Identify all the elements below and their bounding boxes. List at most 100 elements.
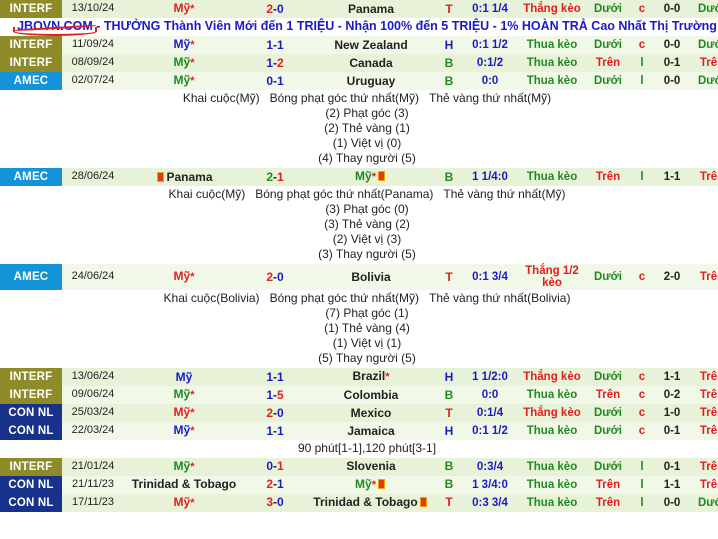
detail-stat-line: (7) Phạt góc (1) bbox=[0, 306, 718, 321]
halftime-score: 1-1 bbox=[654, 476, 690, 494]
match-date: 21/11/23 bbox=[62, 476, 124, 494]
handicap-outcome: Thua kèo bbox=[518, 54, 586, 72]
away-team[interactable]: Mexico bbox=[306, 404, 436, 422]
table-row[interactable]: INTERF13/10/24Mỹ*2-0PanamaT0:1 1/4Thắng … bbox=[0, 0, 718, 18]
final-score: 3-0 bbox=[244, 494, 306, 512]
league-badge[interactable]: INTERF bbox=[0, 36, 62, 54]
match-date: 02/07/24 bbox=[62, 72, 124, 90]
promo-text: - THƯỞNG Thành Viên Mới đến 1 TRIỆU - Nh… bbox=[93, 19, 717, 33]
match-note-row: 90 phút[1-1],120 phút[3-1] bbox=[0, 440, 718, 458]
over-under-result: Trên bbox=[586, 168, 630, 186]
result-letter: T bbox=[436, 404, 462, 422]
handicap-outcome: Thắng kèo bbox=[518, 404, 586, 422]
league-badge[interactable]: INTERF bbox=[0, 458, 62, 476]
table-row[interactable]: CON NL17/11/23Mỹ*3-0Trinidad & TobagoT0:… bbox=[0, 494, 718, 512]
final-score: 1-1 bbox=[244, 36, 306, 54]
table-row[interactable]: INTERF11/09/24Mỹ*1-1New ZealandH0:1 1/2T… bbox=[0, 36, 718, 54]
league-badge[interactable]: INTERF bbox=[0, 386, 62, 404]
league-badge[interactable]: AMEC bbox=[0, 72, 62, 90]
league-badge[interactable]: CON NL bbox=[0, 494, 62, 512]
away-team[interactable]: Panama bbox=[306, 0, 436, 18]
away-team[interactable]: New Zealand bbox=[306, 36, 436, 54]
table-row[interactable]: AMEC28/06/24Panama2-1Mỹ*B1 1/4:0Thua kèo… bbox=[0, 168, 718, 186]
result-letter: B bbox=[436, 476, 462, 494]
league-badge[interactable]: AMEC bbox=[0, 168, 62, 186]
score-away: 1 bbox=[277, 38, 284, 52]
table-row[interactable]: INTERF09/06/24Mỹ*1-5ColombiaB0:0Thua kèo… bbox=[0, 386, 718, 404]
home-team[interactable]: Mỹ* bbox=[124, 54, 244, 72]
corner-flag: c bbox=[630, 264, 654, 290]
score-away: 1 bbox=[277, 459, 284, 473]
league-badge[interactable]: CON NL bbox=[0, 422, 62, 440]
away-team[interactable]: Uruguay bbox=[306, 72, 436, 90]
result-letter: B bbox=[436, 168, 462, 186]
home-team[interactable]: Mỹ* bbox=[124, 264, 244, 290]
halftime-over-under: Trên bbox=[690, 458, 718, 476]
score-home: 3 bbox=[266, 495, 273, 509]
team-name: Mỹ bbox=[355, 477, 372, 491]
home-team[interactable]: Mỹ* bbox=[124, 0, 244, 18]
away-team[interactable]: Jamaica bbox=[306, 422, 436, 440]
table-row[interactable]: INTERF08/09/24Mỹ*1-2CanadaB0:1/2Thua kèo… bbox=[0, 54, 718, 72]
table-row[interactable]: CON NL25/03/24Mỹ*2-0MexicoT0:1/4Thắng kè… bbox=[0, 404, 718, 422]
league-badge[interactable]: INTERF bbox=[0, 0, 62, 18]
home-team[interactable]: Trinidad & Tobago bbox=[124, 476, 244, 494]
promo-banner-text[interactable]: JBOVN.COM - THƯỞNG Thành Viên Mới đến 1 … bbox=[17, 19, 717, 33]
table-row[interactable]: CON NL22/03/24Mỹ*1-1JamaicaH0:1 1/2Thua … bbox=[0, 422, 718, 440]
league-badge[interactable]: CON NL bbox=[0, 476, 62, 494]
result-letter: H bbox=[436, 36, 462, 54]
home-team[interactable]: Panama bbox=[124, 168, 244, 186]
score-home: 0 bbox=[266, 459, 273, 473]
home-team[interactable]: Mỹ* bbox=[124, 422, 244, 440]
result-letter: B bbox=[436, 458, 462, 476]
halftime-score: 0-1 bbox=[654, 422, 690, 440]
home-team[interactable]: Mỹ* bbox=[124, 386, 244, 404]
table-row[interactable]: AMEC24/06/24Mỹ*2-0BoliviaT0:1 3/4Thắng 1… bbox=[0, 264, 718, 290]
home-team[interactable]: Mỹ* bbox=[124, 458, 244, 476]
handicap-line: 0:1 1/2 bbox=[462, 36, 518, 54]
home-team[interactable]: Mỹ* bbox=[124, 494, 244, 512]
league-badge[interactable]: INTERF bbox=[0, 54, 62, 72]
final-score: 0-1 bbox=[244, 458, 306, 476]
table-row[interactable]: CON NL21/11/23Trinidad & Tobago2-1Mỹ*B1 … bbox=[0, 476, 718, 494]
home-team[interactable]: Mỹ* bbox=[124, 404, 244, 422]
detail-header-item: Khai cuộc(Mỹ) bbox=[183, 91, 260, 105]
away-team[interactable]: Colombia bbox=[306, 386, 436, 404]
halftime-over-under: Trên bbox=[690, 422, 718, 440]
away-team[interactable]: Mỹ* bbox=[306, 476, 436, 494]
away-team[interactable]: Bolivia bbox=[306, 264, 436, 290]
match-date: 11/09/24 bbox=[62, 36, 124, 54]
score-away: 0 bbox=[277, 270, 284, 284]
result-letter: B bbox=[436, 386, 462, 404]
away-team[interactable]: Canada bbox=[306, 54, 436, 72]
halftime-score: 1-0 bbox=[654, 404, 690, 422]
score-away: 1 bbox=[277, 170, 284, 184]
red-card-icon bbox=[378, 479, 385, 489]
final-score: 1-5 bbox=[244, 386, 306, 404]
detail-stat-line: (2) Việt vị (3) bbox=[0, 232, 718, 247]
away-team[interactable]: Brazil* bbox=[306, 368, 436, 386]
team-name: Bolivia bbox=[351, 270, 390, 284]
halftime-over-under: Dưới bbox=[690, 72, 718, 90]
corner-flag: l bbox=[630, 168, 654, 186]
away-team[interactable]: Slovenia bbox=[306, 458, 436, 476]
table-row[interactable]: INTERF13/06/24Mỹ1-1Brazil*H1 1/2:0Thắng … bbox=[0, 368, 718, 386]
team-name: Brazil bbox=[353, 369, 386, 383]
away-team[interactable]: Trinidad & Tobago bbox=[306, 494, 436, 512]
home-team[interactable]: Mỹ* bbox=[124, 72, 244, 90]
league-badge[interactable]: CON NL bbox=[0, 404, 62, 422]
away-team[interactable]: Mỹ* bbox=[306, 168, 436, 186]
over-under-result: Dưới bbox=[586, 0, 630, 18]
score-away: 1 bbox=[277, 477, 284, 491]
home-team[interactable]: Mỹ bbox=[124, 368, 244, 386]
home-team[interactable]: Mỹ* bbox=[124, 36, 244, 54]
handicap-line: 1 1/4:0 bbox=[462, 168, 518, 186]
team-name: Mỹ bbox=[174, 423, 191, 437]
league-badge[interactable]: AMEC bbox=[0, 264, 62, 290]
brand-name[interactable]: JBOVN.COM bbox=[17, 20, 93, 33]
table-row[interactable]: AMEC02/07/24Mỹ*0-1UruguayB0:0Thua kèoDướ… bbox=[0, 72, 718, 90]
score-home: 2 bbox=[266, 2, 273, 16]
table-row[interactable]: INTERF21/01/24Mỹ*0-1SloveniaB0:3/4Thua k… bbox=[0, 458, 718, 476]
league-badge[interactable]: INTERF bbox=[0, 368, 62, 386]
score-away: 0 bbox=[277, 495, 284, 509]
